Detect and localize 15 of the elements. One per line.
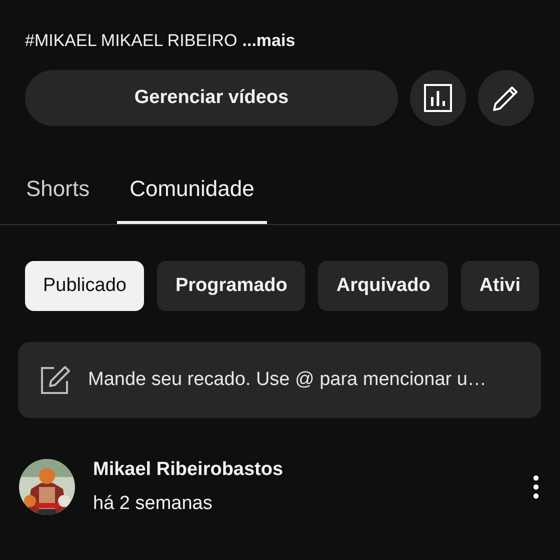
channel-description: #MIKAEL MIKAEL RIBEIRO [25, 31, 238, 51]
post-composer-field[interactable]: Mande seu recado. Use @ para mencionar u… [18, 342, 541, 418]
edit-note-icon [40, 365, 72, 395]
post-time: há 2 semanas [93, 493, 212, 515]
manage-videos-button[interactable]: Gerenciar vídeos [25, 70, 398, 126]
tab[interactable]: Shorts [13, 170, 103, 218]
filter-chip[interactable]: Ativi [461, 261, 539, 311]
filter-chip[interactable]: Arquivado [318, 261, 448, 311]
tab[interactable]: Comunidade [116, 170, 268, 224]
filter-chip[interactable]: Programado [157, 261, 306, 311]
more-options-icon[interactable] [532, 474, 540, 500]
filter-chip[interactable]: Publicado [25, 261, 144, 311]
more-link[interactable]: ...mais [242, 31, 296, 51]
bar-chart-icon [423, 83, 453, 113]
author-name[interactable]: Mikael Ribeirobastos [93, 459, 284, 481]
